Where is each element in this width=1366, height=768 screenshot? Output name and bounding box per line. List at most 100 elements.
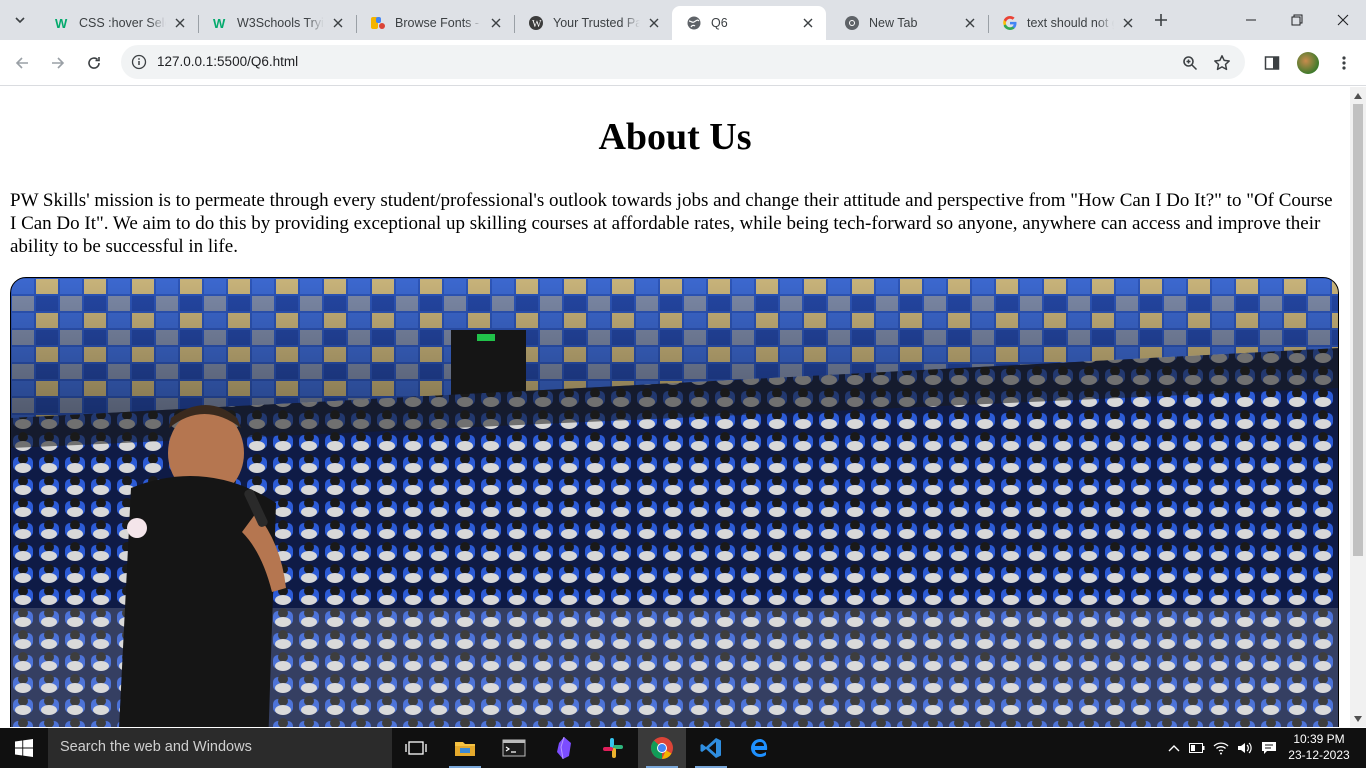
tab-strip: W CSS :hover Selector W W3Schools Tryit …	[0, 0, 1366, 40]
menu-button[interactable]	[1330, 49, 1358, 77]
clock-date: 23-12-2023	[1288, 748, 1350, 762]
wordpress-icon: W	[528, 15, 544, 31]
page-title: About Us	[598, 116, 752, 158]
close-icon[interactable]	[800, 15, 816, 31]
reload-icon	[88, 57, 100, 69]
info-icon[interactable]	[131, 54, 147, 70]
side-panel-button[interactable]	[1258, 49, 1286, 77]
wifi-button[interactable]	[1212, 739, 1230, 757]
new-tab-button[interactable]	[1150, 9, 1172, 31]
avatar[interactable]	[1297, 52, 1319, 74]
clock-time: 10:39 PM	[1293, 732, 1345, 746]
star-icon	[1214, 55, 1230, 71]
bookmark-button[interactable]	[1208, 49, 1236, 77]
chrome-icon	[651, 737, 673, 759]
message-icon	[1262, 742, 1276, 754]
close-icon[interactable]	[646, 15, 662, 31]
obsidian-button[interactable]	[540, 728, 588, 768]
start-button[interactable]	[0, 728, 48, 768]
slack-icon	[603, 738, 623, 758]
vscode-button[interactable]	[687, 728, 735, 768]
tab-new-tab[interactable]: New Tab	[830, 6, 989, 40]
w3schools-icon: W	[212, 15, 228, 31]
mission-paragraph: PW Skills' mission is to permeate throug…	[10, 190, 1333, 257]
zoom-icon	[1183, 56, 1198, 71]
address-bar[interactable]: 127.0.0.1:5500/Q6.html	[121, 45, 1245, 79]
task-view-button[interactable]	[392, 728, 440, 768]
task-view-icon	[405, 741, 427, 755]
close-icon[interactable]	[962, 15, 978, 31]
notifications-button[interactable]	[1260, 739, 1278, 757]
edge-icon	[751, 739, 768, 757]
tab-title: Q6	[711, 16, 728, 30]
system-clock[interactable]: 10:39 PM 23-12-2023	[1284, 731, 1354, 763]
restore-icon	[1291, 14, 1303, 26]
tab-w3schools-tryit[interactable]: W W3Schools Tryit Editor	[198, 6, 357, 40]
minimize-icon	[1246, 19, 1256, 21]
tab-css-hover[interactable]: W CSS :hover Selector	[40, 6, 199, 40]
svg-text:W: W	[213, 16, 226, 31]
restore-button[interactable]	[1274, 0, 1320, 40]
page-viewport: About Us PW Skills' mission is to permea…	[0, 87, 1350, 727]
zoom-button[interactable]	[1176, 49, 1204, 77]
tab-trusted-partner[interactable]: W Your Trusted Partner	[514, 6, 672, 40]
chrome-button[interactable]	[638, 728, 686, 768]
scroll-down-button[interactable]	[1350, 710, 1366, 727]
edge-button[interactable]	[736, 728, 784, 768]
browser-toolbar: 127.0.0.1:5500/Q6.html	[0, 40, 1366, 86]
close-window-button[interactable]	[1320, 0, 1366, 40]
tab-title: text should not go	[1027, 16, 1114, 30]
reload-button[interactable]	[80, 49, 108, 77]
close-icon[interactable]	[330, 15, 346, 31]
taskbar-search-placeholder: Search the web and Windows	[60, 739, 252, 755]
volume-icon	[1238, 742, 1252, 754]
battery-icon	[1189, 743, 1205, 753]
terminal-button[interactable]	[490, 728, 538, 768]
scrollbar-thumb[interactable]	[1353, 104, 1363, 556]
terminal-icon	[502, 739, 526, 757]
file-explorer-icon	[455, 742, 475, 756]
slack-button[interactable]	[589, 728, 637, 768]
windows-logo-icon	[15, 739, 33, 757]
close-icon[interactable]	[488, 15, 504, 31]
plus-icon	[1155, 14, 1167, 26]
tab-title: Your Trusted Partner	[553, 16, 640, 30]
kebab-menu-icon	[1342, 56, 1346, 70]
battery-button[interactable]	[1188, 739, 1206, 757]
wifi-icon	[1213, 742, 1229, 755]
tab-search-button[interactable]	[8, 8, 32, 32]
auditorium-photo-drawing	[11, 278, 1338, 727]
chevron-up-icon	[1168, 745, 1180, 752]
tab-q6[interactable]: Q6	[672, 6, 826, 40]
obsidian-icon	[557, 737, 571, 759]
globe-icon	[686, 15, 702, 31]
chevron-down-icon	[15, 17, 25, 24]
tab-google-search[interactable]: text should not go	[988, 6, 1146, 40]
tab-title: W3Schools Tryit Editor	[237, 16, 324, 30]
tray-overflow-button[interactable]	[1165, 739, 1183, 757]
tab-title: New Tab	[869, 16, 918, 30]
close-icon[interactable]	[1120, 15, 1136, 31]
tab-google-fonts[interactable]: Browse Fonts - Google Fonts	[356, 6, 515, 40]
arrow-left-icon	[15, 57, 28, 69]
svg-text:W: W	[55, 16, 68, 31]
tab-title: CSS :hover Selector	[79, 16, 166, 30]
close-icon[interactable]	[172, 15, 188, 31]
google-icon	[1002, 15, 1018, 31]
triangle-up-icon	[1354, 92, 1362, 99]
forward-button[interactable]	[44, 49, 72, 77]
triangle-down-icon	[1354, 715, 1362, 722]
scroll-up-button[interactable]	[1350, 87, 1366, 104]
arrow-right-icon	[52, 57, 65, 69]
url-text: 127.0.0.1:5500/Q6.html	[157, 54, 299, 69]
svg-text:W: W	[532, 19, 542, 30]
auditorium-photo	[10, 277, 1339, 727]
tab-title: Browse Fonts - Google Fonts	[395, 16, 482, 30]
vscode-icon	[700, 738, 721, 758]
volume-button[interactable]	[1236, 739, 1254, 757]
minimize-button[interactable]	[1228, 0, 1274, 40]
file-explorer-button[interactable]	[441, 728, 489, 768]
taskbar-search[interactable]: Search the web and Windows	[48, 728, 392, 768]
vertical-scrollbar[interactable]	[1350, 87, 1366, 727]
back-button[interactable]	[8, 49, 36, 77]
